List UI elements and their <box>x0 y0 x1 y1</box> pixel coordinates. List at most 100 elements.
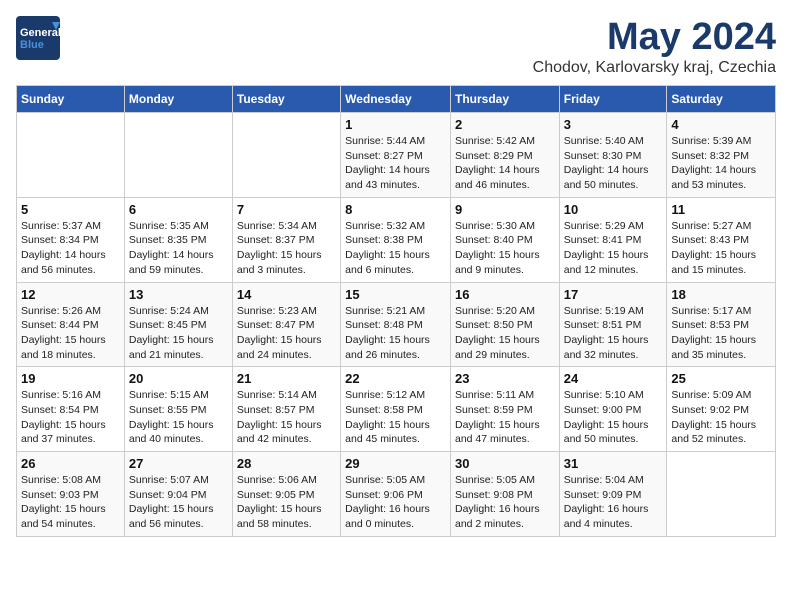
calendar-table: SundayMondayTuesdayWednesdayThursdayFrid… <box>16 85 776 537</box>
column-header-sunday: Sunday <box>17 86 125 113</box>
day-number: 30 <box>455 456 555 471</box>
day-info: Sunrise: 5:12 AM Sunset: 8:58 PM Dayligh… <box>345 388 446 447</box>
calendar-cell <box>17 113 125 198</box>
day-number: 3 <box>564 117 663 132</box>
day-info: Sunrise: 5:42 AM Sunset: 8:29 PM Dayligh… <box>455 134 555 193</box>
calendar-cell: 24 Sunrise: 5:10 AM Sunset: 9:00 PM Dayli… <box>559 367 667 452</box>
column-header-monday: Monday <box>124 86 232 113</box>
day-number: 28 <box>237 456 336 471</box>
calendar-header: SundayMondayTuesdayWednesdayThursdayFrid… <box>17 86 776 113</box>
calendar-cell: 19Sunrise: 5:16 AM Sunset: 8:54 PM Dayli… <box>17 367 125 452</box>
calendar-cell: 16 Sunrise: 5:20 AM Sunset: 8:50 PM Dayli… <box>450 282 559 367</box>
day-info: Sunrise: 5:19 AM Sunset: 8:51 PM Dayligh… <box>564 304 663 363</box>
day-info: Sunrise: 5:24 AM Sunset: 8:45 PM Dayligh… <box>129 304 228 363</box>
calendar-cell: 23 Sunrise: 5:11 AM Sunset: 8:59 PM Dayli… <box>450 367 559 452</box>
day-info: Sunrise: 5:35 AM Sunset: 8:35 PM Dayligh… <box>129 219 228 278</box>
column-header-thursday: Thursday <box>450 86 559 113</box>
day-number: 6 <box>129 202 228 217</box>
column-header-friday: Friday <box>559 86 667 113</box>
calendar-cell: 11Sunrise: 5:27 AM Sunset: 8:43 PM Dayli… <box>667 197 776 282</box>
location-subtitle: Chodov, Karlovarsky kraj, Czechia <box>533 59 776 77</box>
day-number: 14 <box>237 287 336 302</box>
calendar-cell: 18 Sunrise: 5:17 AM Sunset: 8:53 PM Dayli… <box>667 282 776 367</box>
week-row-3: 12 Sunrise: 5:26 AM Sunset: 8:44 PM Dayli… <box>17 282 776 367</box>
calendar-cell: 13 Sunrise: 5:24 AM Sunset: 8:45 PM Dayli… <box>124 282 232 367</box>
day-info: Sunrise: 5:05 AM Sunset: 9:06 PM Dayligh… <box>345 473 446 532</box>
day-number: 4 <box>671 117 771 132</box>
day-number: 9 <box>455 202 555 217</box>
day-info: Sunrise: 5:08 AM Sunset: 9:03 PM Dayligh… <box>21 473 120 532</box>
day-number: 15 <box>345 287 446 302</box>
day-info: Sunrise: 5:21 AM Sunset: 8:48 PM Dayligh… <box>345 304 446 363</box>
day-number: 13 <box>129 287 228 302</box>
day-info: Sunrise: 5:34 AM Sunset: 8:37 PM Dayligh… <box>237 219 336 278</box>
day-info: Sunrise: 5:40 AM Sunset: 8:30 PM Dayligh… <box>564 134 663 193</box>
calendar-cell: 9 Sunrise: 5:30 AM Sunset: 8:40 PM Daylig… <box>450 197 559 282</box>
calendar-cell: 3 Sunrise: 5:40 AM Sunset: 8:30 PM Daylig… <box>559 113 667 198</box>
day-number: 27 <box>129 456 228 471</box>
calendar-cell: 27 Sunrise: 5:07 AM Sunset: 9:04 PM Dayli… <box>124 452 232 537</box>
logo: General Blue <box>16 16 60 60</box>
day-info: Sunrise: 5:06 AM Sunset: 9:05 PM Dayligh… <box>237 473 336 532</box>
calendar-cell: 5 Sunrise: 5:37 AM Sunset: 8:34 PM Daylig… <box>17 197 125 282</box>
calendar-cell: 12 Sunrise: 5:26 AM Sunset: 8:44 PM Dayli… <box>17 282 125 367</box>
day-number: 18 <box>671 287 771 302</box>
day-info: Sunrise: 5:37 AM Sunset: 8:34 PM Dayligh… <box>21 219 120 278</box>
day-info: Sunrise: 5:14 AM Sunset: 8:57 PM Dayligh… <box>237 388 336 447</box>
calendar-cell: 7 Sunrise: 5:34 AM Sunset: 8:37 PM Daylig… <box>232 197 340 282</box>
svg-text:Blue: Blue <box>20 39 44 51</box>
day-info: Sunrise: 5:39 AM Sunset: 8:32 PM Dayligh… <box>671 134 771 193</box>
day-number: 26 <box>21 456 120 471</box>
day-number: 16 <box>455 287 555 302</box>
header-row: SundayMondayTuesdayWednesdayThursdayFrid… <box>17 86 776 113</box>
day-info: Sunrise: 5:11 AM Sunset: 8:59 PM Dayligh… <box>455 388 555 447</box>
day-number: 21 <box>237 371 336 386</box>
day-number: 22 <box>345 371 446 386</box>
day-number: 25 <box>671 371 771 386</box>
calendar-cell: 31Sunrise: 5:04 AM Sunset: 9:09 PM Dayli… <box>559 452 667 537</box>
day-info: Sunrise: 5:30 AM Sunset: 8:40 PM Dayligh… <box>455 219 555 278</box>
calendar-cell: 1Sunrise: 5:44 AM Sunset: 8:27 PM Daylig… <box>341 113 451 198</box>
day-info: Sunrise: 5:07 AM Sunset: 9:04 PM Dayligh… <box>129 473 228 532</box>
calendar-cell: 25Sunrise: 5:09 AM Sunset: 9:02 PM Dayli… <box>667 367 776 452</box>
day-number: 5 <box>21 202 120 217</box>
month-title: May 2024 <box>533 16 776 59</box>
calendar-cell <box>667 452 776 537</box>
day-info: Sunrise: 5:15 AM Sunset: 8:55 PM Dayligh… <box>129 388 228 447</box>
day-number: 23 <box>455 371 555 386</box>
day-number: 12 <box>21 287 120 302</box>
day-info: Sunrise: 5:29 AM Sunset: 8:41 PM Dayligh… <box>564 219 663 278</box>
week-row-4: 19Sunrise: 5:16 AM Sunset: 8:54 PM Dayli… <box>17 367 776 452</box>
calendar-cell: 15 Sunrise: 5:21 AM Sunset: 8:48 PM Dayli… <box>341 282 451 367</box>
calendar-body: 1Sunrise: 5:44 AM Sunset: 8:27 PM Daylig… <box>17 113 776 537</box>
day-number: 7 <box>237 202 336 217</box>
calendar-cell: 2Sunrise: 5:42 AM Sunset: 8:29 PM Daylig… <box>450 113 559 198</box>
column-header-tuesday: Tuesday <box>232 86 340 113</box>
calendar-cell: 4 Sunrise: 5:39 AM Sunset: 8:32 PM Daylig… <box>667 113 776 198</box>
calendar-cell: 28 Sunrise: 5:06 AM Sunset: 9:05 PM Dayli… <box>232 452 340 537</box>
day-number: 29 <box>345 456 446 471</box>
calendar-cell <box>232 113 340 198</box>
calendar-cell: 29 Sunrise: 5:05 AM Sunset: 9:06 PM Dayli… <box>341 452 451 537</box>
day-info: Sunrise: 5:10 AM Sunset: 9:00 PM Dayligh… <box>564 388 663 447</box>
week-row-2: 5 Sunrise: 5:37 AM Sunset: 8:34 PM Daylig… <box>17 197 776 282</box>
column-header-wednesday: Wednesday <box>341 86 451 113</box>
calendar-cell: 8 Sunrise: 5:32 AM Sunset: 8:38 PM Daylig… <box>341 197 451 282</box>
day-info: Sunrise: 5:17 AM Sunset: 8:53 PM Dayligh… <box>671 304 771 363</box>
day-info: Sunrise: 5:16 AM Sunset: 8:54 PM Dayligh… <box>21 388 120 447</box>
week-row-1: 1Sunrise: 5:44 AM Sunset: 8:27 PM Daylig… <box>17 113 776 198</box>
logo-icon: General Blue <box>16 16 60 60</box>
day-number: 24 <box>564 371 663 386</box>
day-number: 8 <box>345 202 446 217</box>
day-number: 20 <box>129 371 228 386</box>
calendar-cell: 14Sunrise: 5:23 AM Sunset: 8:47 PM Dayli… <box>232 282 340 367</box>
page-header: General Blue May 2024 Chodov, Karlovarsk… <box>16 16 776 77</box>
calendar-cell: 26 Sunrise: 5:08 AM Sunset: 9:03 PM Dayli… <box>17 452 125 537</box>
title-block: May 2024 Chodov, Karlovarsky kraj, Czech… <box>533 16 776 77</box>
day-info: Sunrise: 5:32 AM Sunset: 8:38 PM Dayligh… <box>345 219 446 278</box>
day-info: Sunrise: 5:20 AM Sunset: 8:50 PM Dayligh… <box>455 304 555 363</box>
column-header-saturday: Saturday <box>667 86 776 113</box>
day-number: 17 <box>564 287 663 302</box>
svg-text:General: General <box>20 27 60 39</box>
day-info: Sunrise: 5:26 AM Sunset: 8:44 PM Dayligh… <box>21 304 120 363</box>
